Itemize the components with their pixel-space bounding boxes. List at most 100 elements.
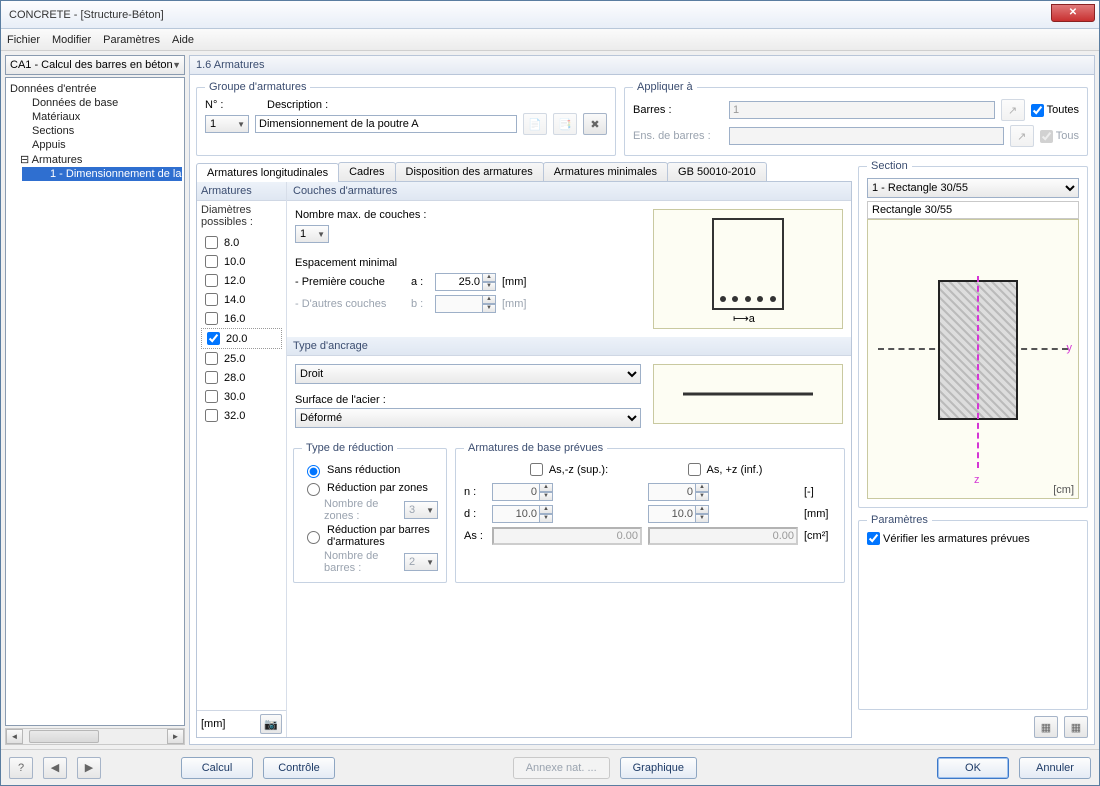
ancrage-header: Type d'ancrage	[287, 337, 851, 356]
section-select[interactable]: 1 - Rectangle 30/55	[867, 178, 1079, 198]
nb-zones-select: 3▼	[404, 501, 438, 519]
ens-input	[729, 127, 1004, 145]
spacing-b-input: ▲▼	[435, 295, 496, 313]
group-number-select[interactable]: 1▼	[205, 115, 249, 133]
controle-button[interactable]: Contrôle	[263, 757, 335, 779]
annexe-button: Annexe nat. ...	[513, 757, 610, 779]
diameter-option[interactable]: 10.0	[201, 252, 282, 271]
diameter-option[interactable]: 28.0	[201, 368, 282, 387]
scroll-thumb[interactable]	[29, 730, 99, 743]
diameter-list[interactable]: 8.010.012.014.016.020.025.028.030.032.0	[197, 231, 286, 710]
chevron-down-icon: ▼	[172, 60, 181, 70]
title-bar: CONCRETE - [Structure-Béton] ✕	[1, 1, 1099, 29]
diameter-option[interactable]: 8.0	[201, 233, 282, 252]
diameter-option[interactable]: 16.0	[201, 309, 282, 328]
next-icon[interactable]: ▶	[77, 757, 101, 779]
new-group-icon[interactable]: 📄	[523, 113, 547, 135]
diameter-option[interactable]: 25.0	[201, 349, 282, 368]
calcul-button[interactable]: Calcul	[181, 757, 253, 779]
pick-barres-icon[interactable]: ↗	[1001, 99, 1025, 121]
diametres-label: Diamètres possibles :	[197, 201, 286, 231]
anchorage-type-select[interactable]: Droit	[295, 364, 641, 384]
d-sup-input[interactable]: ▲▼	[492, 505, 642, 523]
apply-to-fieldset: Appliquer à Barres : ↗ Toutes Ens. de ba…	[624, 81, 1088, 156]
tool-btn-2-icon[interactable]: ▦	[1064, 716, 1088, 738]
navigation-tree[interactable]: Données d'entrée Données de base Matéria…	[5, 77, 185, 726]
svg-text:⟼a: ⟼a	[733, 313, 756, 324]
menu-parametres[interactable]: Paramètres	[103, 34, 160, 46]
annuler-button[interactable]: Annuler	[1019, 757, 1091, 779]
tree-horizontal-scrollbar[interactable]: ◄ ►	[5, 728, 185, 745]
reduction-fieldset: Type de réduction Sans réduction Réducti…	[293, 442, 447, 583]
description-input[interactable]	[255, 115, 517, 133]
tree-armatures[interactable]: ⊟ Armatures	[8, 152, 182, 167]
tree-item-selected[interactable]: 1 - Dimensionnement de la p	[22, 167, 182, 181]
copy-group-icon[interactable]: 📑	[553, 113, 577, 135]
diameter-option[interactable]: 20.0	[201, 328, 282, 349]
couches-header: Couches d'armatures	[287, 182, 851, 201]
desc-label: Description :	[267, 99, 328, 111]
barres-input	[729, 101, 995, 119]
verify-checkbox[interactable]: Vérifier les armatures prévues	[867, 532, 1079, 545]
radio-reduction-zones[interactable]: Réduction par zones	[302, 480, 438, 496]
tree-item[interactable]: Sections	[8, 124, 182, 138]
n-inf-input[interactable]: ▲▼	[648, 483, 798, 501]
scroll-right-icon[interactable]: ►	[167, 729, 184, 744]
window-title: CONCRETE - [Structure-Béton]	[9, 9, 164, 21]
pick-ens-icon[interactable]: ↗	[1010, 125, 1034, 147]
diameter-option[interactable]: 12.0	[201, 271, 282, 290]
barres-label: Barres :	[633, 104, 723, 116]
group-armatures-fieldset: Groupe d'armatures N° : Description : 1▼…	[196, 81, 616, 156]
ok-button[interactable]: OK	[937, 757, 1009, 779]
tool-btn-1-icon[interactable]: ▦	[1034, 716, 1058, 738]
tree-item[interactable]: Matériaux	[8, 110, 182, 124]
graphique-button[interactable]: Graphique	[620, 757, 697, 779]
parametres-fieldset: Paramètres Vérifier les armatures prévue…	[858, 514, 1088, 710]
tree-item[interactable]: Appuis	[8, 138, 182, 152]
n-sup-input[interactable]: ▲▼	[492, 483, 642, 501]
as-sup-value	[492, 527, 642, 545]
prev-icon[interactable]: ◀	[43, 757, 67, 779]
scroll-left-icon[interactable]: ◄	[6, 729, 23, 744]
tab-disposition[interactable]: Disposition des armatures	[395, 162, 544, 181]
spacing-a-input[interactable]: ▲▼	[435, 273, 496, 291]
page-title: 1.6 Armatures	[189, 55, 1095, 75]
steel-surface-select[interactable]: Déformé	[295, 408, 641, 428]
surface-label: Surface de l'acier :	[295, 394, 641, 406]
tab-longitudinales[interactable]: Armatures longitudinales	[196, 163, 339, 182]
nb-couches-select[interactable]: 1▼	[295, 225, 329, 243]
diameter-settings-icon[interactable]: 📷	[260, 714, 282, 734]
radio-sans-reduction[interactable]: Sans réduction	[302, 462, 438, 478]
tous-checkbox: Tous	[1040, 130, 1079, 143]
menu-aide[interactable]: Aide	[172, 34, 194, 46]
tab-cadres[interactable]: Cadres	[338, 162, 395, 181]
nb-barres-select: 2▼	[404, 553, 438, 571]
section-preview: y z [cm]	[867, 219, 1079, 499]
d-inf-input[interactable]: ▲▼	[648, 505, 798, 523]
no-label: N° :	[205, 99, 249, 111]
toutes-checkbox[interactable]: Toutes	[1031, 104, 1079, 117]
armatures-tabs: Armatures longitudinales Cadres Disposit…	[196, 162, 852, 182]
tab-minimales[interactable]: Armatures minimales	[543, 162, 668, 181]
tree-item[interactable]: Données de base	[8, 96, 182, 110]
menu-modifier[interactable]: Modifier	[52, 34, 91, 46]
menu-bar: Fichier Modifier Paramètres Aide	[1, 29, 1099, 51]
anchorage-diagram	[653, 364, 843, 424]
as-inf-checkbox[interactable]: As, +z (inf.)	[648, 460, 798, 479]
diameter-option[interactable]: 32.0	[201, 406, 282, 425]
ens-label: Ens. de barres :	[633, 130, 723, 142]
tab-gb50010[interactable]: GB 50010-2010	[667, 162, 767, 181]
case-selector[interactable]: CA1 - Calcul des barres en béton ▼	[5, 55, 185, 75]
espacement-label: Espacement minimal	[295, 257, 641, 269]
section-fieldset: Section 1 - Rectangle 30/55 Rectangle 30…	[858, 160, 1088, 508]
close-icon[interactable]: ✕	[1051, 4, 1095, 22]
diameter-option[interactable]: 14.0	[201, 290, 282, 309]
armatures-header: Armatures	[197, 182, 286, 201]
help-icon[interactable]: ?	[9, 757, 33, 779]
radio-reduction-barres[interactable]: Réduction par barres d'armatures	[302, 524, 438, 548]
diameter-option[interactable]: 30.0	[201, 387, 282, 406]
as-sup-checkbox[interactable]: As,-z (sup.):	[492, 460, 642, 479]
tree-root[interactable]: Données d'entrée	[8, 82, 182, 96]
delete-group-icon[interactable]: ✖	[583, 113, 607, 135]
menu-fichier[interactable]: Fichier	[7, 34, 40, 46]
